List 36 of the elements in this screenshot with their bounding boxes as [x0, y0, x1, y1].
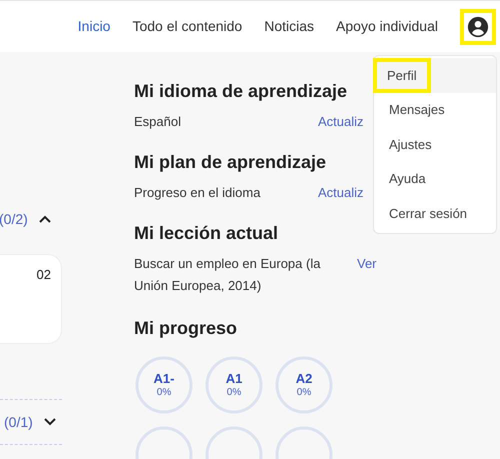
level-percent: 0%	[226, 387, 242, 399]
section-title: Mi progreso	[134, 317, 238, 340]
nav-link[interactable]: Apoyo individual	[336, 16, 438, 37]
section-link[interactable]: Ver	[357, 253, 377, 297]
level-ring	[204, 355, 264, 415]
level-ring	[274, 355, 334, 415]
section-title: Mi idioma de aprendizaje	[134, 80, 348, 103]
chevron-down-icon[interactable]	[42, 417, 57, 427]
lesson-card[interactable]: 02	[0, 254, 62, 344]
menu-item[interactable]: Cerrar sesión	[389, 204, 468, 223]
user-icon	[467, 16, 489, 38]
account-button[interactable]	[460, 8, 496, 44]
nav-link[interactable]: Noticias	[264, 16, 314, 37]
level-label: A1	[226, 371, 242, 387]
level-label: A2	[296, 371, 312, 387]
section-title: Mi plan de aprendizaje	[134, 151, 328, 174]
card-number: 02	[36, 266, 51, 284]
chevron-up-icon[interactable]	[38, 214, 52, 224]
section-text: Buscar un empleo en Europa (la Unión Europea, 2014)	[134, 255, 322, 295]
section-link[interactable]: Actualiz	[318, 182, 364, 204]
menu-item[interactable]: Ajustes	[389, 134, 432, 154]
section-title: Mi lección actual	[134, 222, 280, 245]
nav-link[interactable]: Todo el contenido	[132, 16, 242, 37]
menu-item[interactable]: Ayuda	[389, 169, 426, 188]
menu-item[interactable]: Mensajes	[389, 100, 445, 120]
section-link[interactable]: Actualiz	[318, 111, 364, 133]
section-count: (0/2)	[0, 210, 28, 229]
section-count: (0/1)	[4, 412, 33, 432]
nav-link[interactable]: Inicio	[78, 16, 110, 37]
menu-item[interactable]: Perfil	[373, 58, 431, 93]
level-label: A1-	[154, 371, 174, 387]
level-percent: 0%	[156, 387, 172, 399]
level-ring	[134, 355, 194, 415]
section-text: Español	[134, 113, 182, 131]
level-percent: 0%	[296, 387, 312, 399]
section-text: Progreso en el idioma	[134, 184, 262, 202]
